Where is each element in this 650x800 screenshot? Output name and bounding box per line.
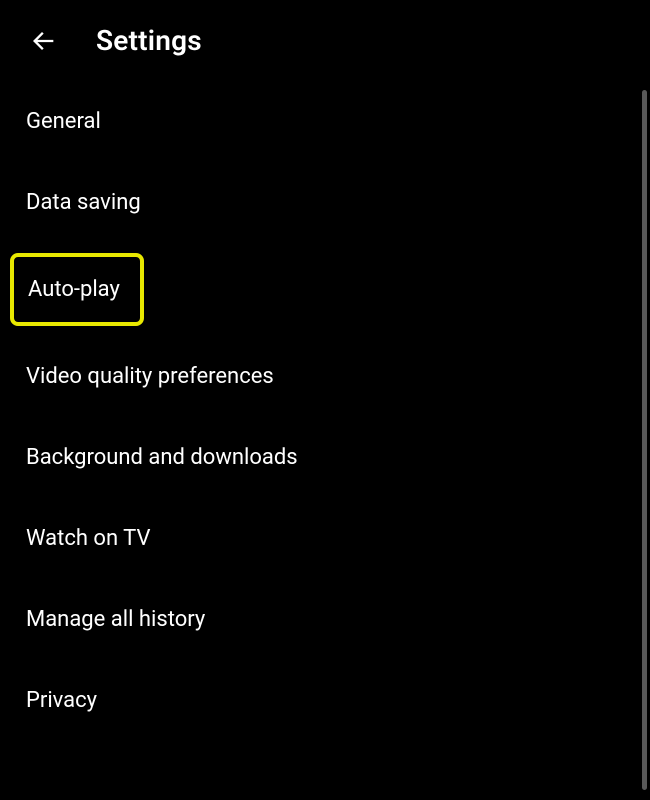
settings-item-background-downloads[interactable]: Background and downloads xyxy=(0,417,650,498)
settings-item-privacy[interactable]: Privacy xyxy=(0,660,650,741)
settings-list: General Data saving Auto-play Video qual… xyxy=(0,77,650,745)
settings-item-label: Privacy xyxy=(26,688,97,713)
settings-item-manage-history[interactable]: Manage all history xyxy=(0,579,650,660)
settings-item-label: Video quality preferences xyxy=(26,364,274,389)
settings-item-general[interactable]: General xyxy=(0,81,650,162)
settings-item-data-saving[interactable]: Data saving xyxy=(0,162,650,243)
back-arrow-icon xyxy=(30,27,58,55)
settings-item-label: Background and downloads xyxy=(26,445,298,470)
settings-item-label: Watch on TV xyxy=(26,526,150,551)
settings-item-label: General xyxy=(26,109,101,134)
settings-item-label: Auto-play xyxy=(28,277,120,302)
settings-item-auto-play[interactable]: Auto-play xyxy=(0,243,650,336)
header: Settings xyxy=(0,0,650,77)
settings-item-video-quality[interactable]: Video quality preferences xyxy=(0,336,650,417)
settings-item-label: Manage all history xyxy=(26,607,205,632)
settings-item-label: Data saving xyxy=(26,190,141,215)
page-title: Settings xyxy=(96,24,202,57)
settings-item-watch-on-tv[interactable]: Watch on TV xyxy=(0,498,650,579)
highlight-box: Auto-play xyxy=(10,253,144,326)
back-button[interactable] xyxy=(28,25,60,57)
scrollbar[interactable] xyxy=(642,90,647,790)
